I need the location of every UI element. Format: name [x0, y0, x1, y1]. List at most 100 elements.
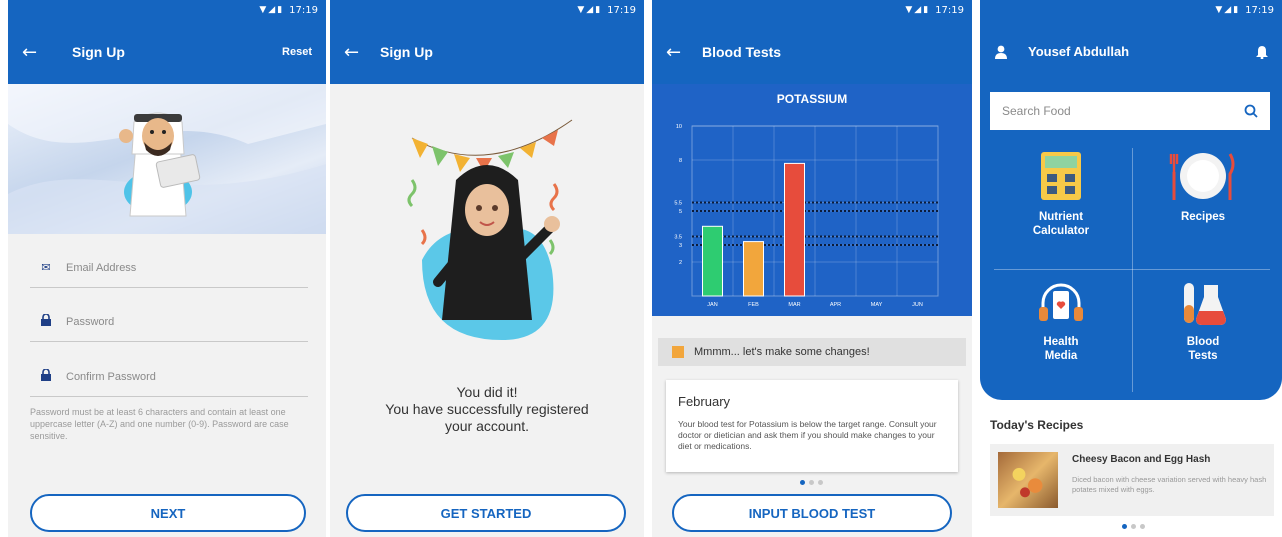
y-tick-label: 3.5 [674, 235, 682, 241]
back-arrow-icon[interactable]: ← [344, 42, 380, 63]
status-time: 17:19 [935, 4, 964, 16]
tile-label: Health Media [1043, 335, 1078, 363]
password-field[interactable]: Password [30, 302, 308, 342]
calculator-icon [1041, 152, 1081, 200]
x-tick-label: MAR [788, 302, 800, 308]
success-line-3: your account. [444, 418, 530, 434]
mascot-man-illustration [8, 84, 326, 234]
pager-dots [800, 480, 823, 485]
pager-dot[interactable] [1131, 524, 1136, 529]
plate-icon [1169, 153, 1235, 200]
y-tick-label: 10 [676, 124, 682, 130]
tile-blood-tests[interactable]: Blood Tests [1132, 271, 1274, 396]
status-time: 17:19 [607, 4, 636, 16]
input-blood-test-button[interactable]: INPUT BLOOD TEST [672, 494, 952, 532]
tile-nutrient-calculator[interactable]: Nutrient Calculator [990, 144, 1132, 269]
signal-battery-icons: ▼◢▮ [577, 5, 603, 15]
recipe-text: Cheesy Bacon and Egg Hash Diced bacon wi… [1066, 444, 1274, 516]
envelope-icon: ✉ [41, 261, 51, 274]
user-row: Yousef Abdullah [994, 44, 1268, 59]
page-title: Blood Tests [702, 44, 782, 60]
app-bar: ← Blood Tests [652, 20, 972, 84]
section-title: Today's Recipes [990, 418, 1084, 432]
flask-icon [1184, 283, 1226, 325]
user-icon[interactable] [994, 45, 1008, 59]
signal-battery-icons: ▼◢▮ [905, 5, 931, 15]
result-card: February Your blood test for Potassium i… [666, 380, 958, 472]
feature-grid: Nutrient Calculator Recipes Health Media… [990, 144, 1274, 394]
x-tick-label: JAN [707, 302, 717, 308]
next-button[interactable]: NEXT [30, 494, 306, 532]
y-tick-label: 2 [679, 260, 682, 266]
success-line-1: You did it! [456, 384, 518, 400]
x-tick-label: APR [830, 302, 841, 308]
bar [743, 241, 764, 297]
x-tick-label: FEB [748, 302, 759, 308]
pager-dot[interactable] [1122, 524, 1127, 529]
signal-battery-icons: ▼◢▮ [1215, 5, 1241, 15]
tile-health-media[interactable]: Health Media [990, 271, 1132, 396]
email-placeholder: Email Address [66, 261, 137, 274]
bell-icon[interactable] [1256, 45, 1268, 59]
signup-success-screen: ▼◢▮ 17:19 ← Sign Up You did it! You have… [330, 0, 644, 537]
tile-label-line: Tests [1188, 350, 1218, 362]
back-arrow-icon[interactable]: ← [22, 42, 58, 63]
user-name: Yousef Abdullah [1028, 44, 1130, 59]
confirm-password-field[interactable]: Confirm Password [30, 357, 308, 397]
x-tick-label: MAY [871, 302, 883, 308]
page-title: Sign Up [380, 44, 433, 60]
app-bar: ← Sign Up [330, 20, 644, 84]
card-body: Your blood test for Potassium is below t… [678, 419, 937, 451]
tile-recipes[interactable]: Recipes [1132, 144, 1274, 269]
lock-icon [40, 368, 52, 384]
y-tick-label: 3 [679, 243, 682, 249]
headphones-phone-icon [1039, 283, 1083, 321]
success-line-2: You have successfully registered [385, 401, 589, 417]
signup-form-screen: ▼◢▮ 17:19 ← Sign Up Reset ✉ Email Addres… [8, 0, 326, 537]
status-bar: ▼◢▮ 17:19 [330, 0, 644, 20]
card-month: February [678, 394, 731, 409]
home-header: ▼◢▮ 17:19 Yousef Abdullah N [980, 0, 1282, 400]
search-bar [990, 92, 1270, 130]
tile-label-line: Health [1043, 336, 1079, 348]
get-started-button[interactable]: GET STARTED [346, 494, 626, 532]
pager-dot[interactable] [1140, 524, 1145, 529]
grid-divider [994, 269, 1270, 270]
x-tick-label: JUN [912, 302, 923, 308]
reset-button[interactable]: Reset [282, 46, 312, 58]
y-tick-label: 8 [679, 158, 682, 164]
potassium-chart: 10 8 5.5 5 3.5 3 2 JAN FEB MAR APR MAY JUN [674, 124, 939, 308]
signal-battery-icons: ▼◢▮ [259, 5, 285, 15]
pager-dot[interactable] [800, 480, 805, 485]
back-arrow-icon[interactable]: ← [666, 42, 702, 63]
lock-icon [40, 313, 52, 329]
mascot-banner [8, 84, 326, 234]
tile-label: Recipes [1181, 210, 1225, 224]
y-tick-label: 5.5 [674, 201, 682, 207]
success-message: You did it! You have successfully regist… [330, 384, 644, 435]
chart-panel: POTASSIUM 10 8 5.5 5 3.5 3 2 JAN FEB MAR APR MAY JUN [652, 84, 972, 316]
tile-label: Nutrient Calculator [1033, 210, 1089, 238]
pager-dot[interactable] [809, 480, 814, 485]
password-hint: Password must be at least 6 characters a… [30, 407, 289, 441]
recipe-card[interactable]: Cheesy Bacon and Egg Hash Diced bacon wi… [990, 444, 1274, 516]
bar [702, 225, 723, 297]
tile-label-line: Media [1044, 350, 1078, 362]
password-placeholder: Password [66, 315, 115, 328]
tile-label-line: Recipes [1180, 211, 1226, 223]
blood-tests-screen: ▼◢▮ 17:19 ← Blood Tests POTASSIUM 10 8 5.5… [652, 0, 972, 537]
app-bar: ← Sign Up Reset [8, 20, 326, 84]
search-input[interactable] [1002, 104, 1244, 118]
pager-dot[interactable] [818, 480, 823, 485]
y-tick-label: 5 [679, 209, 682, 215]
email-field[interactable]: ✉ Email Address [30, 248, 308, 288]
status-time: 17:19 [1245, 4, 1274, 16]
search-icon[interactable] [1244, 104, 1258, 118]
status-message-text: Mmmm... let's make some changes! [694, 346, 870, 358]
tile-label-line: Blood [1186, 336, 1220, 348]
tile-label-line: Calculator [1032, 225, 1090, 237]
recipe-name: Cheesy Bacon and Egg Hash [1072, 454, 1211, 465]
status-bar: ▼◢▮ 17:19 [652, 0, 972, 20]
confirm-password-placeholder: Confirm Password [66, 370, 156, 383]
status-time: 17:19 [289, 4, 318, 16]
